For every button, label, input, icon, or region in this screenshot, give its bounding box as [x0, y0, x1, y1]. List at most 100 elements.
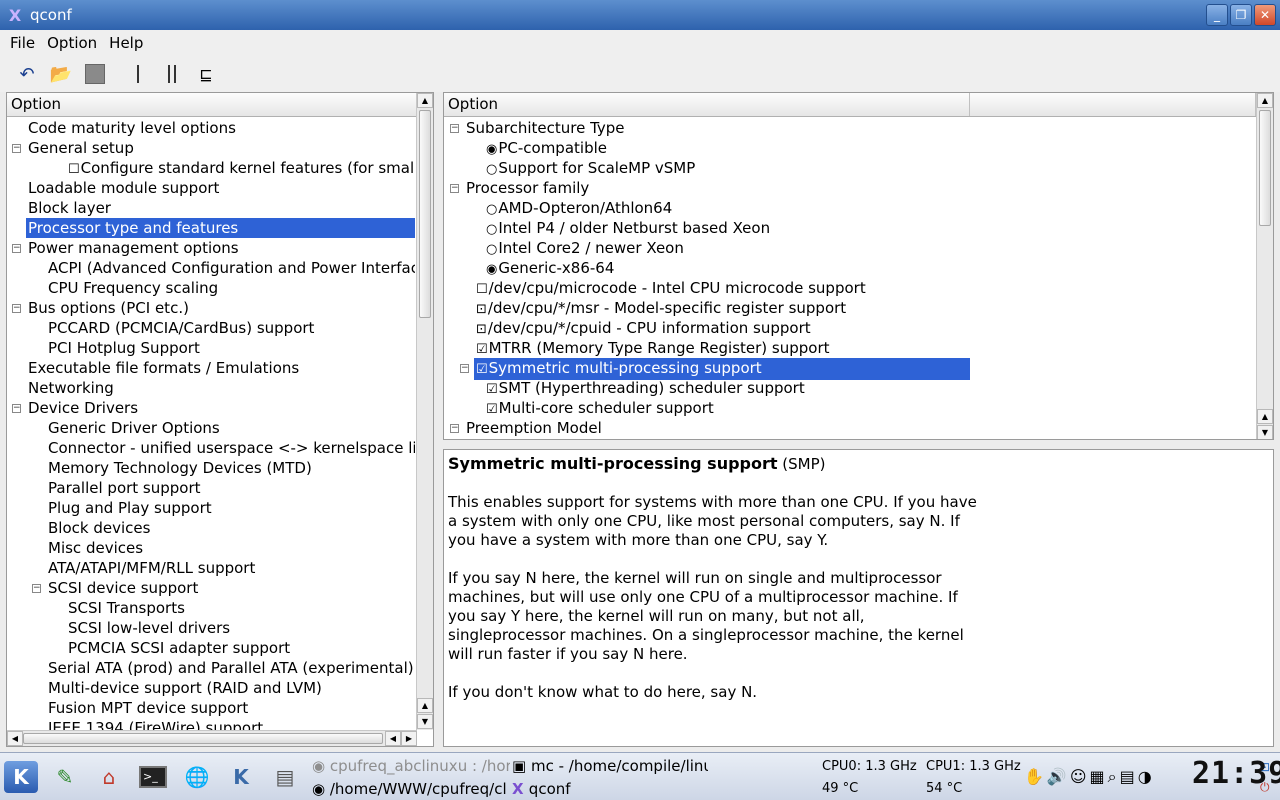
clipboard-icon[interactable]: ▤: [1120, 767, 1138, 786]
tree-row[interactable]: ☑MTRR (Memory Type Range Register) suppo…: [444, 338, 1255, 358]
kde-menu-icon[interactable]: K: [4, 761, 38, 793]
menu-file[interactable]: File: [4, 34, 41, 52]
checkbox[interactable]: ☑: [486, 402, 498, 417]
single-view-icon[interactable]: [125, 61, 151, 87]
tree-row[interactable]: Block layer: [7, 198, 415, 218]
right-vertical-scrollbar[interactable]: ▲ ▲ ▼: [1256, 93, 1273, 439]
tree-row[interactable]: ○Support for ScaleMP vSMP: [444, 158, 1255, 178]
tree-row[interactable]: Processor type and features: [7, 218, 415, 238]
konqueror-icon[interactable]: K: [224, 761, 258, 793]
scroll-left-icon[interactable]: ◀: [385, 731, 401, 746]
tree-row[interactable]: − Bus options (PCI etc.): [7, 298, 415, 318]
tree-row[interactable]: Loadable module support: [7, 178, 415, 198]
tree-row[interactable]: Generic Driver Options: [7, 418, 415, 438]
home-icon[interactable]: ⌂: [92, 761, 126, 793]
collapse-toggle-icon[interactable]: −: [450, 184, 459, 193]
collapse-toggle-icon[interactable]: −: [12, 244, 21, 253]
checkbox[interactable]: ☑: [486, 382, 498, 397]
checkbox[interactable]: ☑: [476, 342, 488, 357]
scroll-down-icon[interactable]: ▼: [417, 714, 433, 729]
tree-row[interactable]: IEEE 1394 (FireWire) support: [7, 718, 415, 730]
radio-button[interactable]: ○: [486, 242, 497, 257]
tree-row[interactable]: − General setup: [7, 138, 415, 158]
collapse-toggle-icon[interactable]: −: [450, 124, 459, 133]
collapse-toggle-icon[interactable]: −: [460, 364, 469, 373]
scroll-left-icon[interactable]: ◀: [7, 731, 23, 746]
tree-row[interactable]: ⊡/dev/cpu/*/msr - Model-specific registe…: [444, 298, 1255, 318]
tree-row[interactable]: Misc devices: [7, 538, 415, 558]
radio-button[interactable]: ◉: [486, 142, 497, 157]
tree-row[interactable]: Multi-device support (RAID and LVM): [7, 678, 415, 698]
collapse-toggle-icon[interactable]: −: [12, 404, 21, 413]
tree-row[interactable]: − Device Drivers: [7, 398, 415, 418]
tree-row[interactable]: ATA/ATAPI/MFM/RLL support: [7, 558, 415, 578]
tree-row[interactable]: ○Intel Core2 / newer Xeon: [444, 238, 1255, 258]
users-icon[interactable]: ☺: [1070, 767, 1090, 786]
tree-row[interactable]: Serial ATA (prod) and Parallel ATA (expe…: [7, 658, 415, 678]
tree-row[interactable]: Fusion MPT device support: [7, 698, 415, 718]
tree-row[interactable]: ⊡/dev/cpu/*/cpuid - CPU information supp…: [444, 318, 1255, 338]
split-view-icon[interactable]: [159, 61, 185, 87]
tree-row[interactable]: − SCSI device support: [7, 578, 415, 598]
left-vertical-scrollbar[interactable]: ▲ ▲ ▼: [416, 93, 433, 730]
tree-row[interactable]: PCCARD (PCMCIA/CardBus) support: [7, 318, 415, 338]
radio-button[interactable]: ◉: [486, 262, 497, 277]
close-button[interactable]: ✕: [1254, 4, 1276, 26]
checkbox[interactable]: ☐: [68, 162, 80, 177]
task-cpufreq-abclinuxu[interactable]: ◉ cpufreq_abclinuxu : /hor: [312, 756, 510, 776]
minimize-button[interactable]: _: [1206, 4, 1228, 26]
tree-row[interactable]: − ☑Symmetric multi-processing support: [444, 358, 1255, 380]
photo-icon[interactable]: ▦: [1090, 767, 1108, 786]
collapse-toggle-icon[interactable]: −: [12, 304, 21, 313]
checkbox[interactable]: ⊡: [476, 322, 487, 337]
radio-button[interactable]: ○: [486, 202, 497, 217]
left-horizontal-scrollbar[interactable]: ◀ ◀ ▶: [7, 730, 417, 746]
scroll-down-icon[interactable]: ▼: [1257, 425, 1273, 439]
volume-icon[interactable]: 🔊: [1047, 767, 1070, 786]
left-hscroll-thumb[interactable]: [23, 733, 383, 744]
scroll-up-icon[interactable]: ▲: [1257, 93, 1273, 108]
tree-row[interactable]: Parallel port support: [7, 478, 415, 498]
editor-icon[interactable]: ✎: [48, 761, 82, 793]
tree-row[interactable]: Block devices: [7, 518, 415, 538]
terminal-icon[interactable]: >_: [136, 761, 170, 793]
search-icon[interactable]: ⌕: [1108, 767, 1120, 786]
task-mc[interactable]: ▣ mc - /home/compile/linu: [512, 756, 708, 776]
tree-row[interactable]: PCI Hotplug Support: [7, 338, 415, 358]
open-folder-icon[interactable]: 📂: [48, 61, 74, 87]
scroll-up-icon[interactable]: ▲: [1257, 409, 1273, 424]
task-home-www[interactable]: ◉ /home/WWW/cpufreq/cl: [312, 779, 510, 799]
menu-help[interactable]: Help: [103, 34, 149, 52]
tree-row[interactable]: ☐Configure standard kernel features (for…: [7, 158, 415, 178]
scroll-right-icon[interactable]: ▶: [401, 731, 417, 746]
tree-row[interactable]: ☑Multi-core scheduler support: [444, 398, 1255, 418]
tree-row[interactable]: Connector - unified userspace <-> kernel…: [7, 438, 415, 458]
tree-row[interactable]: ◉PC-compatible: [444, 138, 1255, 158]
tree-row[interactable]: ACPI (Advanced Configuration and Power I…: [7, 258, 415, 278]
browser-globe-icon[interactable]: 🌐: [180, 761, 214, 793]
tree-row[interactable]: SCSI Transports: [7, 598, 415, 618]
save-icon[interactable]: [82, 61, 108, 87]
tree-row[interactable]: ☑SMT (Hyperthreading) scheduler support: [444, 378, 1255, 398]
tree-row[interactable]: ○AMD-Opteron/Athlon64: [444, 198, 1255, 218]
back-icon[interactable]: ↶: [14, 61, 40, 87]
tree-row[interactable]: ○Intel P4 / older Netburst based Xeon: [444, 218, 1255, 238]
collapse-toggle-icon[interactable]: −: [450, 424, 459, 433]
menu-option[interactable]: Option: [41, 34, 103, 52]
tree-row[interactable]: − Subarchitecture Type: [444, 118, 1255, 138]
documents-icon[interactable]: ▤: [268, 761, 302, 793]
radio-button[interactable]: ○: [486, 222, 497, 237]
tree-row[interactable]: SCSI low-level drivers: [7, 618, 415, 638]
tree-row[interactable]: Executable file formats / Emulations: [7, 358, 415, 378]
value-column-header[interactable]: [970, 93, 1256, 116]
hand-icon[interactable]: ✋: [1024, 767, 1047, 786]
maximize-button[interactable]: ❐: [1230, 4, 1252, 26]
tree-row[interactable]: Plug and Play support: [7, 498, 415, 518]
radio-button[interactable]: ○: [486, 162, 497, 177]
full-view-icon[interactable]: ⊑: [193, 61, 219, 87]
checkbox[interactable]: ⊡: [476, 302, 487, 317]
checkbox[interactable]: ☑: [476, 362, 488, 377]
collapse-toggle-icon[interactable]: −: [32, 584, 41, 593]
tree-row[interactable]: ☐/dev/cpu/microcode - Intel CPU microcod…: [444, 278, 1255, 298]
option-column-header[interactable]: Option: [444, 93, 970, 116]
